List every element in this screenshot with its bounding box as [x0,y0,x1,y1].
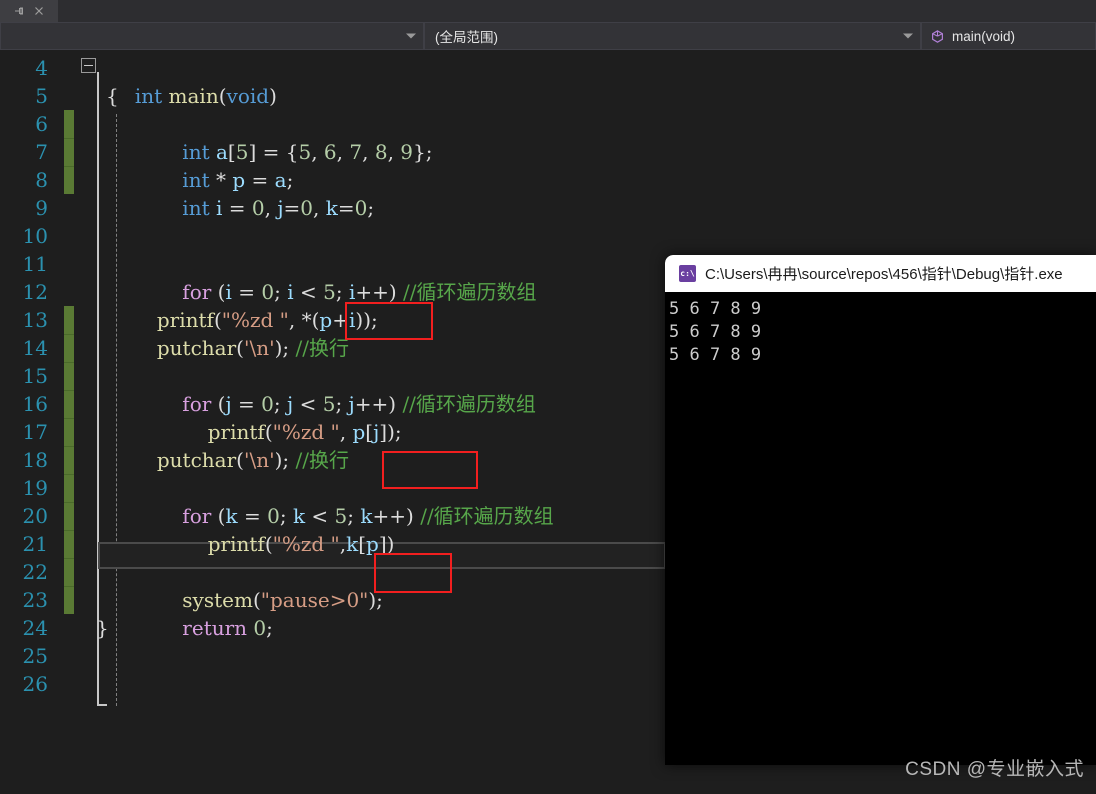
code-line: for (j = 0; j < 5; j++) //循环遍历数组 [182,392,536,416]
chevron-down-icon[interactable] [903,33,913,39]
line-number: 9 [35,196,48,220]
member-selector-dropdown[interactable]: main(void) [921,22,1096,50]
code-line: int a[5] = {5, 6, 7, 8, 9}; [182,140,433,164]
line-number: 18 [22,448,48,472]
code-line: return 0; [182,616,273,640]
line-number: 22 [22,560,48,584]
code-line: int i = 0, j=0, k=0; [182,196,375,220]
active-document-tab[interactable] [0,0,58,22]
code-line: int * p = a; [182,168,294,192]
line-number: 23 [22,588,48,612]
code-line: putchar('\n'); //换行 [156,448,349,472]
line-number: 20 [22,504,48,528]
line-number: 26 [22,672,48,696]
change-indicator-bar [64,306,74,614]
line-number: 5 [35,84,48,108]
line-number: 11 [22,252,48,276]
code-line: { [106,84,119,108]
console-output: 5 6 7 8 9 5 6 7 8 9 5 6 7 8 9 [665,292,1096,765]
code-line: int main(void) [134,84,277,108]
console-title-bar[interactable]: c:\ C:\Users\冉冉\source\repos\456\指针\Debu… [665,255,1096,292]
console-output-line: 5 6 7 8 9 [669,345,762,365]
code-line: putchar('\n'); //换行 [156,336,349,360]
change-indicator-bar [64,110,74,194]
code-line: printf("%zd ", p[j]); [207,420,402,444]
scope-selector-dropdown[interactable]: (全局范围) [424,22,921,50]
line-number: 13 [22,308,48,332]
line-number: 24 [22,616,48,640]
scope-selector-value: (全局范围) [435,30,498,45]
watermark: CSDN @专业嵌入式 [905,759,1084,780]
pin-icon[interactable] [13,5,25,17]
line-number: 10 [22,224,48,248]
code-line: printf("%zd ",k[p]) [207,532,395,556]
line-number: 4 [35,56,48,80]
close-icon[interactable] [33,5,45,17]
line-number: 7 [35,140,48,164]
code-line: system("pause>0"); [182,588,383,612]
code-line: printf("%zd ", *(p+i)); [156,308,378,332]
code-line: } [96,616,109,640]
navigation-bar: (全局范围) main(void) [0,22,1096,50]
line-number: 25 [22,644,48,668]
console-window[interactable]: c:\ C:\Users\冉冉\source\repos\456\指针\Debu… [665,255,1096,765]
project-selector-dropdown[interactable] [0,22,424,50]
method-icon [930,29,945,44]
line-number: 17 [22,420,48,444]
cmd-icon: c:\ [679,265,696,282]
vs-editor-window: (全局范围) main(void) 4 5 6 7 8 9 10 11 12 1… [0,0,1096,794]
code-line: for (i = 0; i < 5; i++) //循环遍历数组 [182,280,537,304]
line-number: 12 [22,280,48,304]
tab-strip [0,0,1096,22]
member-selector-value: main(void) [952,28,1016,44]
console-output-line: 5 6 7 8 9 [669,299,762,319]
line-number: 15 [22,364,48,388]
line-number: 19 [22,476,48,500]
code-line: for (k = 0; k < 5; k++) //循环遍历数组 [182,504,554,528]
line-number: 16 [22,392,48,416]
fold-collapse-icon[interactable] [81,58,96,73]
console-title-text: C:\Users\冉冉\source\repos\456\指针\Debug\指针… [705,266,1063,283]
chevron-down-icon[interactable] [406,33,416,39]
line-number: 14 [22,336,48,360]
line-number: 6 [35,112,48,136]
line-number-gutter: 4 5 6 7 8 9 10 11 12 13 14 15 16 17 18 1… [0,50,56,794]
line-number: 8 [35,168,48,192]
line-number: 21 [22,532,48,556]
console-output-line: 5 6 7 8 9 [669,322,762,342]
